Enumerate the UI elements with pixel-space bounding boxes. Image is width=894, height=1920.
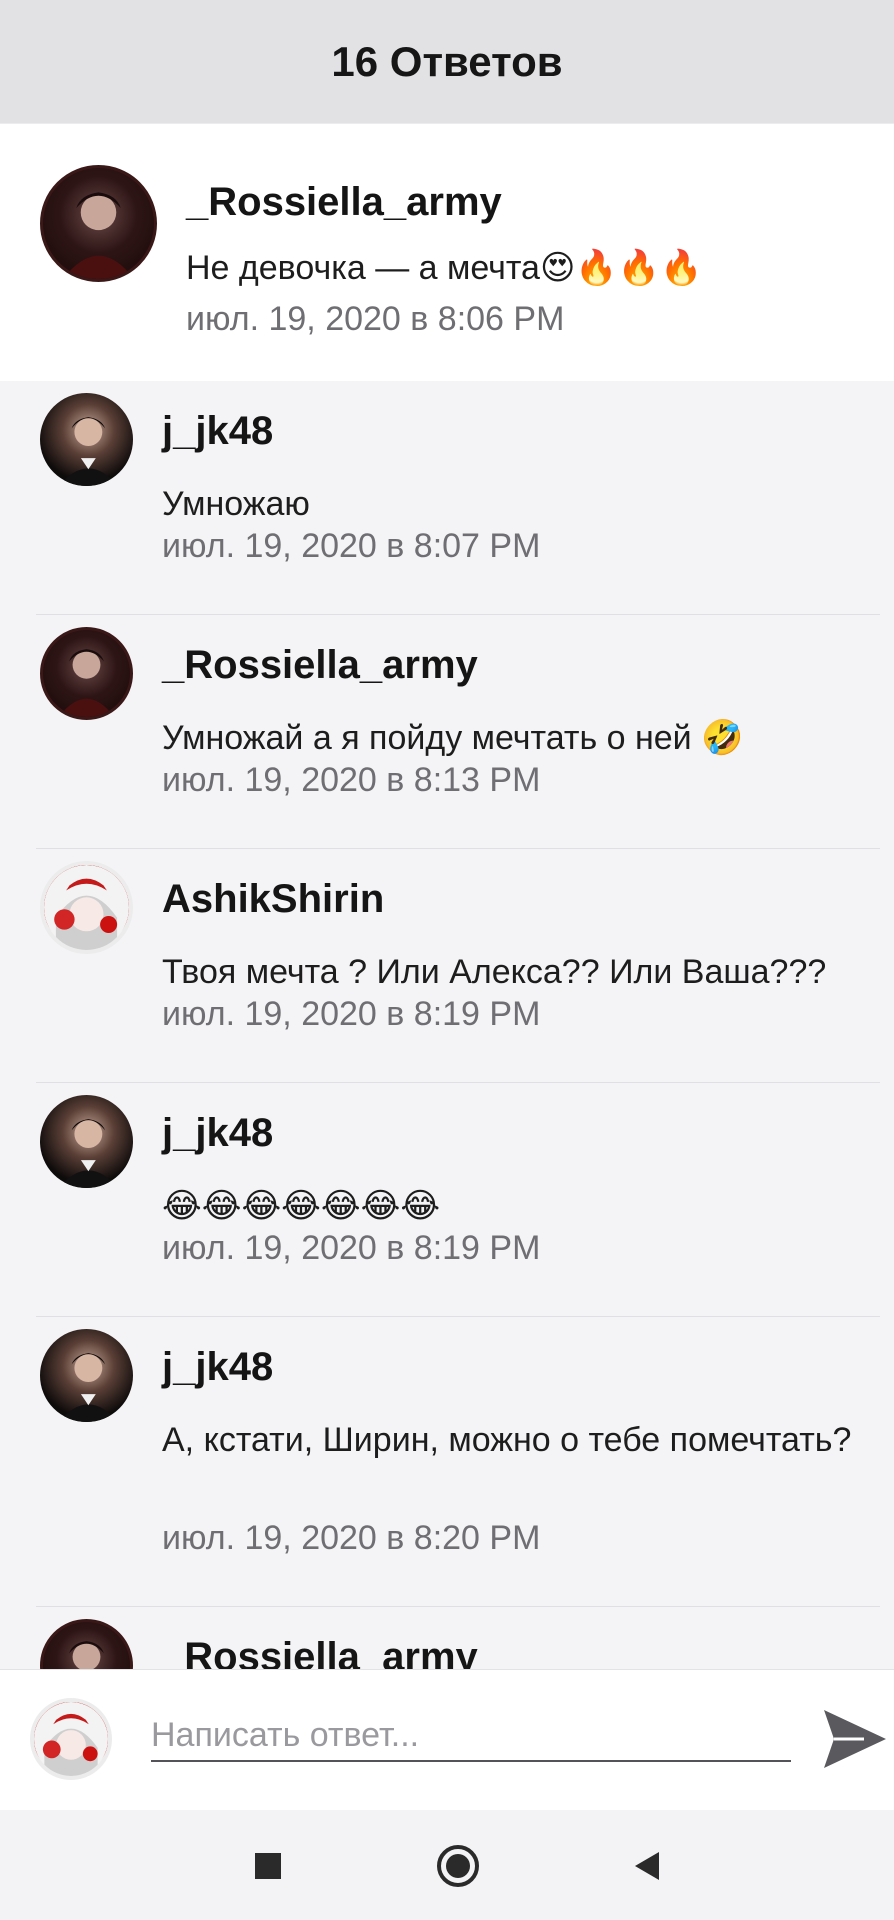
- reply-username[interactable]: AshikShirin: [162, 877, 384, 922]
- reply-text: 😂😂😂😂😂😂😂: [162, 1187, 441, 1225]
- reply-timestamp: июл. 19, 2020 в 8:19 PM: [162, 995, 541, 1033]
- send-button[interactable]: [820, 1706, 890, 1772]
- reply-composer: [0, 1669, 894, 1810]
- reply-username[interactable]: j_jk48: [162, 1111, 273, 1156]
- comment-timestamp: июл. 19, 2020 в 8:06 PM: [186, 300, 565, 338]
- home-circle-icon: [437, 1845, 479, 1887]
- avatar[interactable]: [40, 1095, 133, 1188]
- comment-text: Не девочка — а мечта😍🔥🔥🔥: [186, 249, 703, 287]
- reply-username[interactable]: j_jk48: [162, 1345, 273, 1390]
- home-button[interactable]: [428, 1836, 488, 1896]
- reply-item: j_jk48 А, кстати, Ширин, можно о тебе по…: [0, 1317, 894, 1607]
- reply-item: j_jk48 Умножаю июл. 19, 2020 в 8:07 PM: [0, 381, 894, 615]
- reply-username[interactable]: _Rossiella_army: [162, 1635, 478, 1669]
- avatar[interactable]: [40, 1619, 133, 1669]
- reply-item: AshikShirin Твоя мечта ? Или Алекса?? Ил…: [0, 849, 894, 1083]
- back-button[interactable]: [617, 1836, 677, 1896]
- avatar[interactable]: [40, 861, 133, 954]
- reply-item: j_jk48 😂😂😂😂😂😂😂 июл. 19, 2020 в 8:19 PM: [0, 1083, 894, 1317]
- reply-username[interactable]: j_jk48: [162, 409, 273, 454]
- reply-timestamp: июл. 19, 2020 в 8:20 PM: [162, 1519, 541, 1557]
- send-icon: [824, 1710, 886, 1768]
- avatar[interactable]: [40, 393, 133, 486]
- reply-text: А, кстати, Ширин, можно о тебе помечтать…: [162, 1421, 852, 1459]
- reply-text: Умножаю: [162, 485, 310, 523]
- reply-username[interactable]: _Rossiella_army: [162, 643, 478, 688]
- recents-button[interactable]: [238, 1836, 298, 1896]
- back-triangle-icon: [635, 1852, 659, 1880]
- recents-square-icon: [255, 1853, 281, 1879]
- system-navigation-bar: [0, 1810, 894, 1920]
- reply-timestamp: июл. 19, 2020 в 8:19 PM: [162, 1229, 541, 1267]
- reply-input[interactable]: [151, 1710, 791, 1762]
- top-bar: 16 Ответов: [0, 0, 894, 123]
- page-title: 16 Ответов: [331, 37, 563, 85]
- comment-username[interactable]: _Rossiella_army: [186, 180, 502, 225]
- reply-item: _Rossiella_army: [0, 1607, 894, 1669]
- avatar[interactable]: [40, 627, 133, 720]
- reply-item: _Rossiella_army Умножай а я пойду мечтат…: [0, 615, 894, 849]
- original-comment: _Rossiella_army Не девочка — а мечта😍🔥🔥🔥…: [0, 123, 894, 381]
- reply-timestamp: июл. 19, 2020 в 8:13 PM: [162, 761, 541, 799]
- reply-text: Умножай а я пойду мечтать о ней 🤣: [162, 719, 744, 757]
- current-user-avatar: [30, 1698, 112, 1780]
- comment-thread[interactable]: _Rossiella_army Не девочка — а мечта😍🔥🔥🔥…: [0, 123, 894, 1669]
- reply-timestamp: июл. 19, 2020 в 8:07 PM: [162, 527, 541, 565]
- reply-text: Твоя мечта ? Или Алекса?? Или Ваша???: [162, 953, 827, 991]
- avatar[interactable]: [40, 165, 157, 282]
- avatar[interactable]: [40, 1329, 133, 1422]
